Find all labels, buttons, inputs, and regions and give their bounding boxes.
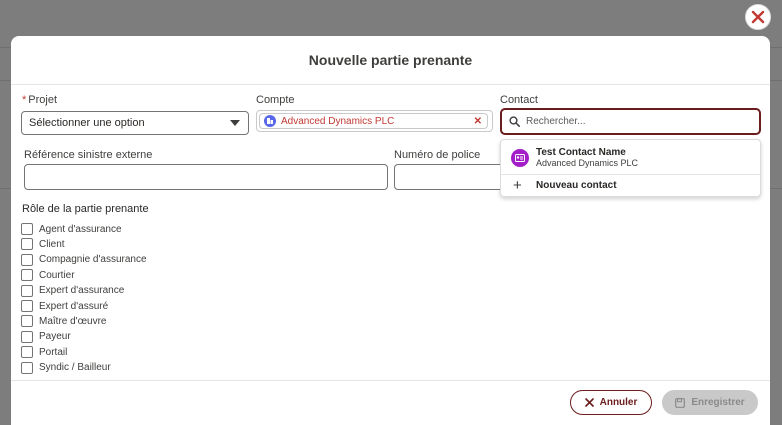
role-checkbox[interactable]	[21, 223, 33, 235]
compte-pill[interactable]: Advanced Dynamics PLC ✕	[259, 113, 488, 129]
save-label: Enregistrer	[691, 397, 745, 408]
role-checkbox[interactable]	[21, 269, 33, 282]
new-contact-option[interactable]: + Nouveau contact	[501, 176, 760, 196]
cancel-button[interactable]: Annuler	[570, 390, 652, 415]
role-checkbox[interactable]	[21, 346, 33, 359]
role-checkbox[interactable]	[21, 361, 33, 374]
compte-lookup[interactable]: Advanced Dynamics PLC ✕	[256, 110, 493, 132]
account-icon	[264, 115, 276, 127]
role-option-label: Expert d'assuré	[39, 300, 109, 312]
contact-label: Contact	[500, 94, 538, 106]
role-option-label: Client	[39, 238, 65, 250]
role-checkbox[interactable]	[21, 300, 33, 312]
role-option[interactable]: Client	[21, 237, 65, 251]
modal-footer: Annuler Enregistrer	[11, 380, 770, 425]
contact-icon	[511, 149, 529, 167]
role-checkbox[interactable]	[21, 315, 33, 328]
contact-dropdown: Test Contact Name Advanced Dynamics PLC …	[500, 139, 761, 197]
contact-search[interactable]	[500, 108, 761, 135]
role-checkbox[interactable]	[21, 253, 33, 266]
search-icon	[509, 116, 520, 127]
close-icon	[584, 398, 594, 407]
role-option[interactable]: Portail	[21, 345, 67, 359]
new-stakeholder-modal: Nouvelle partie prenante * Projet Sélecti…	[11, 36, 770, 425]
role-option-label: Syndic / Bailleur	[39, 362, 111, 374]
role-option[interactable]: Expert d'assuré	[21, 299, 108, 313]
required-mark: *	[22, 94, 27, 106]
role-option[interactable]: Syndic / Bailleur	[21, 361, 111, 375]
role-option-label: Agent d'assurance	[39, 223, 122, 235]
compte-label: Compte	[256, 94, 295, 106]
reference-input[interactable]	[24, 164, 388, 190]
projet-label-text: Projet	[28, 94, 58, 106]
reference-label: Référence sinistre externe	[24, 149, 153, 161]
role-option[interactable]: Compagnie d'assurance	[21, 253, 147, 267]
role-option-label: Courtier	[39, 269, 75, 281]
new-contact-label: Nouveau contact	[536, 180, 617, 191]
contact-result-name: Test Contact Name	[536, 147, 626, 158]
role-option-label: Compagnie d'assurance	[39, 254, 147, 266]
police-input[interactable]	[394, 164, 500, 190]
modal-title: Nouvelle partie prenante	[11, 36, 770, 85]
contact-result-item[interactable]: Test Contact Name Advanced Dynamics PLC	[501, 144, 760, 172]
contact-search-input[interactable]	[526, 116, 736, 127]
save-button[interactable]: Enregistrer	[662, 390, 758, 415]
role-option-label: Portail	[39, 346, 68, 358]
role-option[interactable]: Agent d'assurance	[21, 222, 122, 236]
role-option-label: Expert d'assurance	[39, 285, 125, 297]
role-option[interactable]: Courtier	[21, 268, 75, 282]
plus-icon: +	[513, 177, 522, 194]
dropdown-divider	[501, 174, 760, 175]
role-option[interactable]: Maître d'œuvre	[21, 314, 106, 328]
role-option-label: Payeur	[39, 331, 71, 343]
role-checkbox[interactable]	[21, 330, 33, 343]
police-label: Numéro de police	[394, 149, 481, 161]
contact-result-account: Advanced Dynamics PLC	[536, 158, 639, 168]
cancel-label: Annuler	[599, 397, 638, 408]
projet-select[interactable]: Sélectionner une option	[21, 111, 249, 135]
projet-select-value: Sélectionner une option	[29, 117, 145, 129]
projet-label: * Projet	[22, 94, 57, 106]
remove-pill-icon[interactable]: ✕	[474, 116, 482, 127]
chevron-down-icon	[230, 120, 240, 126]
role-option[interactable]: Payeur	[21, 330, 71, 344]
save-icon	[675, 397, 686, 408]
compte-pill-label: Advanced Dynamics PLC	[281, 115, 395, 127]
roles-title: Rôle de la partie prenante	[22, 203, 149, 215]
close-icon	[751, 10, 765, 24]
role-option[interactable]: Expert d'assurance	[21, 284, 124, 298]
role-checkbox[interactable]	[21, 284, 33, 297]
role-checkbox[interactable]	[21, 238, 33, 251]
close-modal-button[interactable]	[745, 4, 771, 30]
role-option-label: Maître d'œuvre	[39, 315, 107, 327]
